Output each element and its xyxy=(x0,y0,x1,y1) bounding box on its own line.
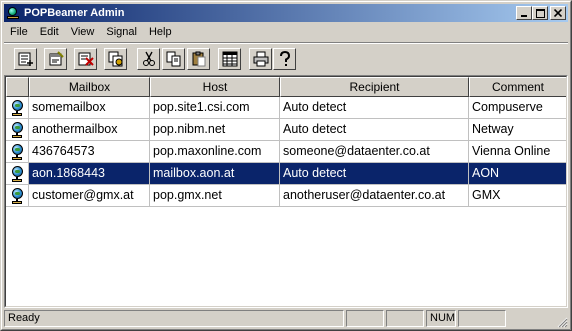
app-window: POPBeamer Admin File Edit View Signal He… xyxy=(0,0,572,331)
menu-view[interactable]: View xyxy=(65,24,101,41)
list-view-button[interactable] xyxy=(218,48,241,70)
copy-button[interactable] xyxy=(162,48,185,70)
copy-icon xyxy=(166,51,180,67)
menu-help[interactable]: Help xyxy=(143,24,178,41)
minimize-icon xyxy=(521,15,527,17)
table-row[interactable]: 436764573 pop.maxonline.com someone@data… xyxy=(6,141,566,163)
cell-comment: Vienna Online xyxy=(469,141,566,163)
new-entry-button[interactable] xyxy=(14,48,37,70)
cut-button[interactable] xyxy=(137,48,160,70)
table-row-selected[interactable]: aon.1868443 mailbox.aon.at Auto detect A… xyxy=(6,163,566,185)
cell-host: pop.site1.csi.com xyxy=(150,97,280,119)
column-header-recipient[interactable]: Recipient xyxy=(280,77,469,97)
status-text: Ready xyxy=(4,310,344,327)
cell-host: pop.maxonline.com xyxy=(150,141,280,163)
cell-mailbox: anothermailbox xyxy=(29,119,150,141)
title-bar[interactable]: POPBeamer Admin xyxy=(4,4,568,22)
resize-grip-icon[interactable] xyxy=(556,316,568,328)
properties-icon xyxy=(49,51,64,66)
table-row[interactable]: anothermailbox pop.nibm.net Auto detect … xyxy=(6,119,566,141)
cell-mailbox: 436764573 xyxy=(29,141,150,163)
cell-recipient: someone@dataenter.co.at xyxy=(280,141,469,163)
print-icon xyxy=(253,51,268,67)
cell-comment: Compuserve xyxy=(469,97,566,119)
maximize-button[interactable] xyxy=(532,6,548,20)
close-icon xyxy=(554,9,562,17)
new-entry-icon xyxy=(18,52,33,66)
cell-mailbox: somemailbox xyxy=(29,97,150,119)
cut-icon xyxy=(142,51,155,66)
status-bar: Ready NUM xyxy=(4,310,568,328)
list-view-icon xyxy=(222,51,237,67)
status-panel-4 xyxy=(458,310,506,327)
column-header-comment[interactable]: Comment xyxy=(469,77,566,97)
list-header: Mailbox Host Recipient Comment xyxy=(6,77,566,97)
table-row[interactable]: customer@gmx.at pop.gmx.net anotheruser@… xyxy=(6,185,566,207)
list-rows: somemailbox pop.site1.csi.com Auto detec… xyxy=(6,97,566,207)
cell-recipient: anotheruser@dataenter.co.at xyxy=(280,185,469,207)
close-button[interactable] xyxy=(550,6,566,20)
mailbox-list[interactable]: Mailbox Host Recipient Comment somemailb… xyxy=(4,75,568,308)
cell-comment: AON xyxy=(469,163,566,185)
cell-mailbox: aon.1868443 xyxy=(29,163,150,185)
cell-recipient: Auto detect xyxy=(280,97,469,119)
cell-host: mailbox.aon.at xyxy=(150,163,280,185)
help-icon xyxy=(279,51,290,66)
delete-entry-button[interactable] xyxy=(74,48,97,70)
help-button[interactable] xyxy=(273,48,296,70)
delete-entry-icon xyxy=(78,52,94,66)
copy-entry-icon xyxy=(108,51,122,67)
toolbar-separator xyxy=(4,42,568,44)
column-header-mailbox[interactable]: Mailbox xyxy=(29,77,150,97)
copy-entry-button[interactable] xyxy=(104,48,127,70)
toolbar xyxy=(4,45,568,73)
column-header-icon[interactable] xyxy=(6,77,29,97)
cell-recipient: Auto detect xyxy=(280,119,469,141)
print-button[interactable] xyxy=(249,48,272,70)
cell-recipient: Auto detect xyxy=(280,163,469,185)
menu-signal[interactable]: Signal xyxy=(100,24,143,41)
menu-file[interactable]: File xyxy=(4,24,34,41)
mailbox-globe-icon xyxy=(6,119,29,141)
paste-button[interactable] xyxy=(187,48,210,70)
status-panel-1 xyxy=(346,310,384,327)
minimize-button[interactable] xyxy=(516,6,532,20)
cell-mailbox: customer@gmx.at xyxy=(29,185,150,207)
maximize-icon xyxy=(535,8,545,18)
mailbox-globe-icon xyxy=(6,97,29,119)
cell-host: pop.nibm.net xyxy=(150,119,280,141)
paste-icon xyxy=(192,51,205,67)
mailbox-globe-icon xyxy=(6,141,29,163)
cell-comment: GMX xyxy=(469,185,566,207)
cell-comment: Netway xyxy=(469,119,566,141)
app-icon[interactable] xyxy=(6,6,20,20)
table-row[interactable]: somemailbox pop.site1.csi.com Auto detec… xyxy=(6,97,566,119)
column-header-host[interactable]: Host xyxy=(150,77,280,97)
properties-button[interactable] xyxy=(44,48,67,70)
status-panel-2 xyxy=(386,310,424,327)
status-num-indicator: NUM xyxy=(426,310,456,327)
window-title: POPBeamer Admin xyxy=(24,7,125,19)
mailbox-globe-icon xyxy=(6,163,29,185)
mailbox-globe-icon xyxy=(6,185,29,207)
menu-bar: File Edit View Signal Help xyxy=(4,23,178,42)
menu-edit[interactable]: Edit xyxy=(34,24,65,41)
cell-host: pop.gmx.net xyxy=(150,185,280,207)
